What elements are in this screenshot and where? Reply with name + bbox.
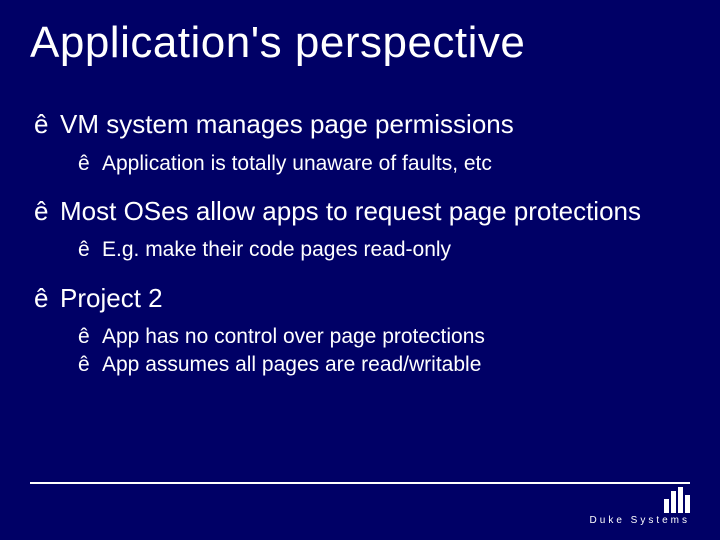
bullet-text: Most OSes allow apps to request page pro… <box>60 195 690 228</box>
bullet-level2: ê App assumes all pages are read/writabl… <box>34 352 690 378</box>
bullet-level2: ê App has no control over page protectio… <box>34 324 690 350</box>
footer-divider <box>30 482 690 484</box>
bullet-level1: ê VM system manages page permissions <box>34 108 690 141</box>
footer-logo: Duke Systems <box>590 487 690 526</box>
bullet-glyph-icon: ê <box>34 282 60 315</box>
bullet-text: VM system manages page permissions <box>60 108 690 141</box>
logo-bar <box>671 491 676 513</box>
slide-title: Application's perspective <box>30 18 690 68</box>
logo-text: Duke Systems <box>590 515 690 526</box>
slide-content: ê VM system manages page permissions ê A… <box>30 108 690 379</box>
bullet-glyph-icon: ê <box>78 151 102 177</box>
bullet-level2: ê Application is totally unaware of faul… <box>34 151 690 177</box>
bullet-glyph-icon: ê <box>78 237 102 263</box>
bullet-glyph-icon: ê <box>78 352 102 378</box>
logo-bar <box>685 495 690 513</box>
bullet-text: Project 2 <box>60 282 690 315</box>
bullet-level1: ê Project 2 <box>34 282 690 315</box>
duke-chapel-icon <box>664 487 690 513</box>
bullet-glyph-icon: ê <box>34 195 60 228</box>
bullet-glyph-icon: ê <box>34 108 60 141</box>
bullet-text: Application is totally unaware of faults… <box>102 151 690 177</box>
bullet-level2: ê E.g. make their code pages read-only <box>34 237 690 263</box>
logo-bar <box>678 487 683 513</box>
logo-bar <box>664 499 669 513</box>
bullet-text: App has no control over page protections <box>102 324 690 350</box>
bullet-text: E.g. make their code pages read-only <box>102 237 690 263</box>
bullet-text: App assumes all pages are read/writable <box>102 352 690 378</box>
bullet-glyph-icon: ê <box>78 324 102 350</box>
bullet-level1: ê Most OSes allow apps to request page p… <box>34 195 690 228</box>
slide: Application's perspective ê VM system ma… <box>0 0 720 540</box>
